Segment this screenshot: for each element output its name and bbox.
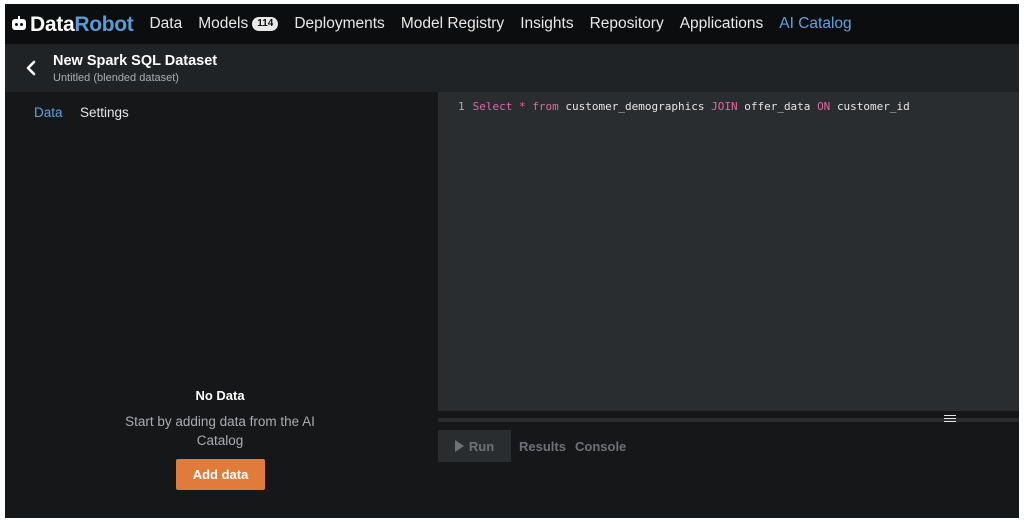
- empty-state-title: No Data: [195, 388, 245, 403]
- run-button[interactable]: Run: [438, 430, 511, 462]
- left-panel: Data Settings No Data Start by adding da…: [5, 92, 435, 518]
- keyword-select: Select: [472, 100, 513, 113]
- keyword-on: ON: [817, 100, 831, 113]
- tab-console[interactable]: Console: [575, 439, 626, 454]
- add-data-button[interactable]: Add data: [176, 459, 265, 490]
- run-button-label: Run: [468, 438, 495, 454]
- page-title: New Spark SQL Dataset: [53, 53, 218, 69]
- empty-state-description: Start by adding data from the AI Catalog: [125, 414, 315, 448]
- nav-item-repository[interactable]: Repository: [590, 15, 664, 33]
- app-window: Data Robot Data Models 114 Deployments Mo…: [5, 4, 1019, 518]
- pane-splitter[interactable]: [438, 418, 1019, 422]
- sql-editor[interactable]: 1 Select * from customer_demographics JOI…: [438, 92, 1019, 411]
- top-nav: Data Robot Data Models 114 Deployments Mo…: [5, 4, 1019, 44]
- logo-text-robot: Robot: [74, 12, 134, 36]
- nav-item-insights[interactable]: Insights: [520, 15, 573, 33]
- tab-settings[interactable]: Settings: [80, 105, 129, 120]
- nav-item-deployments[interactable]: Deployments: [294, 15, 384, 33]
- drag-handle-icon[interactable]: [944, 415, 956, 423]
- page-header: New Spark SQL Dataset Untitled (blended …: [5, 44, 1019, 92]
- datarobot-logo[interactable]: Data Robot: [11, 12, 134, 36]
- tab-data[interactable]: Data: [34, 105, 63, 120]
- nav-item-models-label: Models: [198, 15, 249, 32]
- nav-item-data[interactable]: Data: [149, 15, 182, 33]
- keyword-from: from: [532, 100, 559, 113]
- operator-star: *: [519, 100, 526, 113]
- page-subtitle: Untitled (blended dataset): [53, 72, 179, 84]
- nav-item-ai-catalog[interactable]: AI Catalog: [779, 15, 851, 33]
- robot-icon: [11, 16, 27, 32]
- chevron-left-icon[interactable]: [23, 59, 39, 77]
- play-icon: [454, 440, 464, 452]
- tab-results[interactable]: Results: [519, 439, 566, 454]
- nav-item-models[interactable]: Models 114: [198, 15, 279, 33]
- keyword-join: JOIN: [711, 100, 738, 113]
- code-line: 1 Select * from customer_demographics JOI…: [458, 100, 910, 113]
- logo-text-data: Data: [30, 12, 75, 36]
- line-number: 1: [458, 100, 465, 113]
- table-name: offer_data: [744, 100, 811, 113]
- nav-item-model-registry[interactable]: Model Registry: [401, 15, 504, 33]
- nav-item-applications[interactable]: Applications: [680, 15, 764, 33]
- column-name: customer_id: [836, 100, 910, 113]
- table-name: customer_demographics: [565, 100, 705, 113]
- models-count-badge: 114: [252, 17, 279, 31]
